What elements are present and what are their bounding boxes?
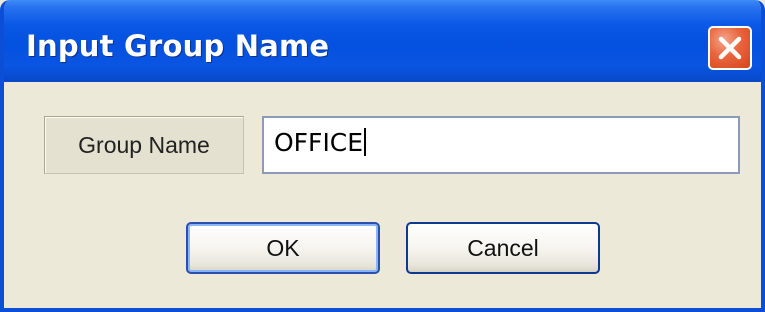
close-button[interactable] xyxy=(708,26,752,70)
ok-button[interactable]: OK xyxy=(186,222,380,274)
close-icon xyxy=(718,36,742,60)
group-name-input[interactable]: OFFICE xyxy=(262,116,740,174)
group-name-label: Group Name xyxy=(44,116,244,174)
input-group-name-dialog: Input Group Name Group Name OFFICE OK Ca… xyxy=(0,0,765,312)
dialog-title: Input Group Name xyxy=(26,29,330,63)
text-caret xyxy=(364,128,367,156)
dialog-body: Group Name OFFICE OK Cancel xyxy=(4,82,761,308)
title-bar[interactable]: Input Group Name xyxy=(4,0,761,82)
cancel-button[interactable]: Cancel xyxy=(406,222,600,274)
group-name-input-value: OFFICE xyxy=(274,128,364,157)
